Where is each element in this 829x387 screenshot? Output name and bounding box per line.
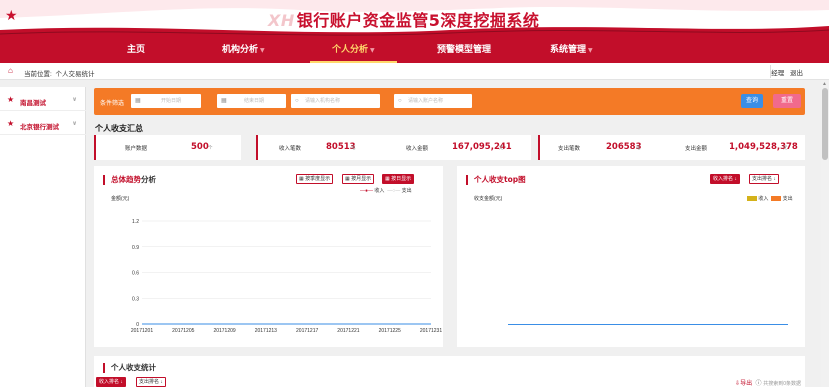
legend-expense-swatch <box>771 196 782 202</box>
app-title: XH 银行账户资金监管5深度挖掘系统 <box>268 11 540 30</box>
home-icon[interactable]: ⌂ <box>8 66 13 75</box>
nav-item-personal-analysis[interactable]: 个人分析 ▼ <box>310 38 397 63</box>
chevron-down-icon: ▼ <box>260 47 265 54</box>
star-logo-icon: ★ <box>5 7 18 23</box>
chevron-down-icon: ▼ <box>370 47 375 54</box>
result-count: 共搜索到0条数据 <box>763 381 801 387</box>
nav-item-org-analysis[interactable]: 机构分析 ▼ <box>222 38 265 63</box>
y-tick-label: 0.9 <box>132 245 139 251</box>
stats-panel: 个人收支统计 收入排名 ↓ 支出排名 ↓ ⇩导出 ⓘ 共搜索到0条数据 <box>94 356 805 387</box>
expense-rank-button[interactable]: 支出排名 ↓ <box>749 174 779 184</box>
export-button[interactable]: ⇩导出 <box>735 381 752 387</box>
logout-link[interactable]: 退出 <box>790 70 803 77</box>
calendar-icon: ▦ <box>221 98 227 104</box>
stats-income-rank-button[interactable]: 收入排名 ↓ <box>96 377 126 387</box>
x-tick-label: 20171205 <box>172 328 194 334</box>
stats-expense-rank-button[interactable]: 支出排名 ↓ <box>136 377 166 387</box>
trend-panel: 总体趋势分析 ▦ 按季度显示 ▦ 按月显示 ▦ 按日显示 —●— 收入 —○— … <box>94 166 443 347</box>
top-panel: 个人收支top图 收入排名 ↓ 支出排名 ↓ 收支金额(元) 收入 支出 <box>457 166 805 347</box>
y-tick-label: 1.2 <box>132 219 139 225</box>
page-scrollbar[interactable]: ▲ <box>821 80 829 387</box>
scroll-up-icon[interactable]: ▲ <box>822 81 827 87</box>
end-date-input[interactable]: ▦ 结束日期 <box>217 94 286 108</box>
star-icon: ★ <box>7 119 15 128</box>
info-icon: ⓘ <box>755 381 762 387</box>
stats-panel-title: 个人收支统计 <box>103 363 156 373</box>
top-chart-baseline <box>508 324 788 325</box>
user-name[interactable]: 经理 <box>771 70 784 77</box>
y-tick-label: 0.6 <box>132 271 139 277</box>
x-tick-label: 20171201 <box>131 328 153 334</box>
start-date-input[interactable]: ▦ 开始日期 <box>131 94 201 108</box>
account-name-input[interactable]: ○ 请输入账户名称 <box>394 94 472 108</box>
legend-income-swatch <box>747 196 757 202</box>
sidebar-item-beijing[interactable]: ★ 北京银行测试 ∨ <box>0 115 86 135</box>
chevron-down-icon: ▼ <box>588 47 593 54</box>
nav-item-system-management[interactable]: 系统管理 ▼ <box>550 38 593 63</box>
app-header: ★ XH 银行账户资金监管5深度挖掘系统 <box>0 0 829 38</box>
x-tick-label: 20171225 <box>379 328 401 334</box>
nav-item-home[interactable]: 主页 <box>127 38 145 63</box>
y-tick-label: 0.3 <box>132 296 139 302</box>
filter-label: 条件筛选 <box>100 101 125 107</box>
sidebar-item-nanchang[interactable]: ★ 南昌测试 ∨ <box>0 91 86 111</box>
x-tick-label: 20171221 <box>337 328 359 334</box>
top-legend: 收入 支出 <box>747 195 793 202</box>
filter-bar: 条件筛选 ▦ 开始日期 至 ▦ 结束日期 ○ 请输入机构名称 ○ 请输入账户名称… <box>94 88 805 115</box>
summary-row: 账户数据 500 个 收入笔数 80513 笔 收入金额 167,095,241… <box>94 135 805 160</box>
top-y-label: 收支金额(元) <box>474 196 503 202</box>
breadcrumb-current: 个人交易统计 <box>55 71 95 78</box>
trend-chart: 00.30.60.91.220171201 20171205 20171209 201… <box>131 219 442 334</box>
main-nav: 主页 机构分析 ▼ 个人分析 ▼ 预警模型管理 系统管理 ▼ <box>0 38 829 63</box>
x-tick-label: 20171231 <box>420 328 442 334</box>
summary-account-count: 账户数据 500 个 <box>94 135 241 160</box>
x-tick-label: 20171217 <box>296 328 318 334</box>
calendar-icon: ▦ <box>135 98 141 104</box>
nav-item-warning-model[interactable]: 预警模型管理 <box>437 38 491 63</box>
summary-expense: 支出笔数 206583 笔 支出金额 1,049,528,378 元 <box>538 135 805 160</box>
chevron-down-icon: ∨ <box>72 97 77 103</box>
x-tick-label: 20171209 <box>213 328 235 334</box>
chevron-down-icon: ∨ <box>72 121 77 127</box>
reset-button[interactable]: 重置 <box>773 94 801 108</box>
summary-income: 收入笔数 80513 笔 收入金额 167,095,241 元 <box>256 135 531 160</box>
star-icon: ★ <box>7 95 15 104</box>
search-icon: ○ <box>398 98 402 104</box>
top-panel-title: 个人收支top图 <box>466 175 526 185</box>
org-name-input[interactable]: ○ 请输入机构名称 <box>291 94 380 108</box>
breadcrumb: ⌂ 当前位置: 个人交易统计 经理 退出 <box>0 63 829 80</box>
sidebar: ★ 南昌测试 ∨ ★ 北京银行测试 ∨ <box>0 87 86 387</box>
x-tick-label: 20171213 <box>255 328 277 334</box>
query-button[interactable]: 查询 <box>741 94 763 108</box>
income-rank-button[interactable]: 收入排名 ↓ <box>710 174 740 184</box>
summary-title: 个人收支汇总 <box>95 124 143 133</box>
search-icon: ○ <box>295 98 299 104</box>
scrollbar-thumb[interactable] <box>822 88 828 160</box>
